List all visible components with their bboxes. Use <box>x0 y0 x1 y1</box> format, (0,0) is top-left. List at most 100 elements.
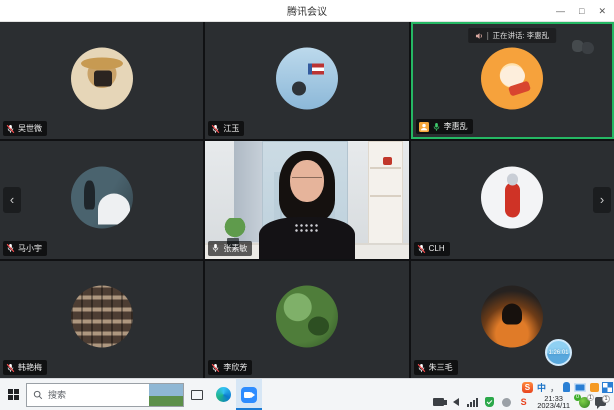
foliage-shadow <box>308 317 329 336</box>
participant-nametag: 马小宇 <box>3 241 47 256</box>
glasses <box>292 177 322 185</box>
mic-muted-icon <box>417 363 426 373</box>
plant <box>222 218 248 240</box>
ime-menu-icon[interactable] <box>603 383 612 392</box>
360-green-badge: 0 <box>574 394 581 401</box>
ime-punctuation-toggle[interactable]: ， <box>550 381 559 394</box>
straw-hat <box>81 57 123 69</box>
meeting-camera-icon <box>241 387 257 403</box>
next-page-button[interactable]: › <box>593 187 611 213</box>
mic-muted-icon <box>6 363 15 373</box>
participant-nametag: CLH <box>414 242 450 256</box>
speaking-indicator-text: 正在讲话: 李惠乱 <box>492 30 549 41</box>
meeting-timer-badge[interactable]: 1:26:01 <box>545 339 572 366</box>
tray-icons-row: S 21:33 2023/4/11 0 1 1 <box>432 395 612 409</box>
taskbar-clock[interactable]: 21:33 2023/4/11 <box>537 395 570 410</box>
edge-browser-button[interactable] <box>210 379 236 410</box>
figure-shape <box>84 180 95 210</box>
mic-active-icon <box>432 122 441 132</box>
search-daily-image[interactable] <box>149 384 183 406</box>
ime-toolbox-icon[interactable] <box>590 383 599 392</box>
ime-voice-icon[interactable] <box>563 382 570 392</box>
participant-name: 李惠乱 <box>444 121 468 132</box>
avatar <box>276 286 338 348</box>
speaking-indicator: 正在讲话: 李惠乱 <box>468 28 556 43</box>
start-button[interactable] <box>0 379 26 410</box>
participant-name: CLH <box>429 244 445 253</box>
avatar <box>71 167 133 229</box>
ball-shape <box>292 82 306 96</box>
participant-nametag: 江玉 <box>208 121 244 136</box>
prev-page-button[interactable]: ‹ <box>3 187 21 213</box>
participant-nametag: 李惠乱 <box>416 119 473 134</box>
security-shield-tray-icon[interactable] <box>483 397 496 408</box>
sogou-logo-icon[interactable]: S <box>522 382 533 393</box>
participant-tile[interactable]: 韩艳梅 <box>0 261 203 378</box>
avatar <box>71 47 133 109</box>
mic-muted-icon <box>211 124 220 134</box>
mic-muted-icon <box>417 244 426 254</box>
speaker-icon <box>475 32 483 40</box>
360-security-tray-icon[interactable]: 0 1 <box>577 396 591 409</box>
participant-name: 江玉 <box>223 123 239 134</box>
windows-taskbar: 搜索 S 中 ， S <box>0 378 614 410</box>
host-icon <box>419 122 429 132</box>
avatar <box>481 47 543 109</box>
system-tray: S 中 ， S 21:33 2023/4/11 <box>432 379 614 410</box>
avatar <box>71 286 133 348</box>
ultraman-body <box>505 183 520 218</box>
mic-muted-icon <box>6 243 15 253</box>
windows-logo-icon <box>8 389 19 400</box>
participant-tile-active-speaker[interactable]: 正在讲话: 李惠乱 李惠乱 <box>411 22 614 139</box>
necklace <box>294 223 320 233</box>
participant-nametag: 韩艳梅 <box>3 360 47 375</box>
ime-keyboard-icon[interactable] <box>574 383 586 392</box>
camera-shape <box>94 71 113 87</box>
sogou-tray-icon[interactable]: S <box>517 397 530 408</box>
participant-nametag: 吴世微 <box>3 121 47 136</box>
search-icon <box>33 390 43 400</box>
close-button[interactable]: ✕ <box>598 0 606 22</box>
taskbar-search[interactable]: 搜索 <box>26 383 184 407</box>
participant-tile[interactable]: CLH <box>411 141 614 258</box>
taskbar-left: 搜索 <box>0 379 262 410</box>
cat-silhouette <box>502 303 522 324</box>
participant-name: 朱三毛 <box>429 362 453 373</box>
clap-reaction-icon <box>572 40 598 54</box>
minimize-button[interactable]: — <box>556 0 565 22</box>
participant-tile[interactable]: 江玉 <box>205 22 408 139</box>
task-view-icon <box>191 390 203 400</box>
participant-name: 李欣芳 <box>223 362 247 373</box>
participant-tile[interactable]: 吴世微 <box>0 22 203 139</box>
participant-nametag: 李欣芳 <box>208 360 252 375</box>
edge-icon <box>216 387 231 402</box>
red-toy-horse <box>383 157 392 165</box>
task-view-button[interactable] <box>184 379 210 410</box>
participant-tile[interactable]: 李欣芳 <box>205 261 408 378</box>
participant-tile-video[interactable]: 张素敏 <box>205 141 408 258</box>
network-tray-icon[interactable] <box>466 397 479 408</box>
avatar <box>481 286 543 348</box>
participant-nametag: 张素敏 <box>208 241 252 256</box>
avatar <box>481 167 543 229</box>
notification-tray-icon[interactable]: 1 <box>595 396 610 409</box>
clock-date: 2023/4/11 <box>537 402 570 410</box>
maximize-button[interactable]: □ <box>579 0 584 22</box>
volume-tray-icon[interactable] <box>449 397 462 408</box>
participant-tile[interactable]: 马小宇 <box>0 141 203 258</box>
table-shape <box>98 194 130 225</box>
pill-divider <box>487 32 488 40</box>
ime-language-toggle[interactable]: 中 <box>537 381 546 394</box>
tencent-meeting-window: 腾讯会议 — □ ✕ 吴世微 江玉 <box>0 0 614 410</box>
mic-muted-icon <box>211 363 220 373</box>
flag-shape <box>308 63 324 74</box>
360-white-badge: 1 <box>587 394 594 401</box>
participant-name: 韩艳梅 <box>18 362 42 373</box>
unknown-tray-icon[interactable] <box>500 397 513 408</box>
participant-tile[interactable]: 1:26:01 朱三毛 <box>411 261 614 378</box>
participant-nametag: 朱三毛 <box>414 360 458 375</box>
window-titlebar: 腾讯会议 — □ ✕ <box>0 0 614 22</box>
tencent-meeting-taskbar-button[interactable] <box>236 379 262 410</box>
participant-name: 马小宇 <box>18 243 42 254</box>
video-grid: 吴世微 江玉 正在讲话: 李惠乱 李惠乱 <box>0 22 614 378</box>
